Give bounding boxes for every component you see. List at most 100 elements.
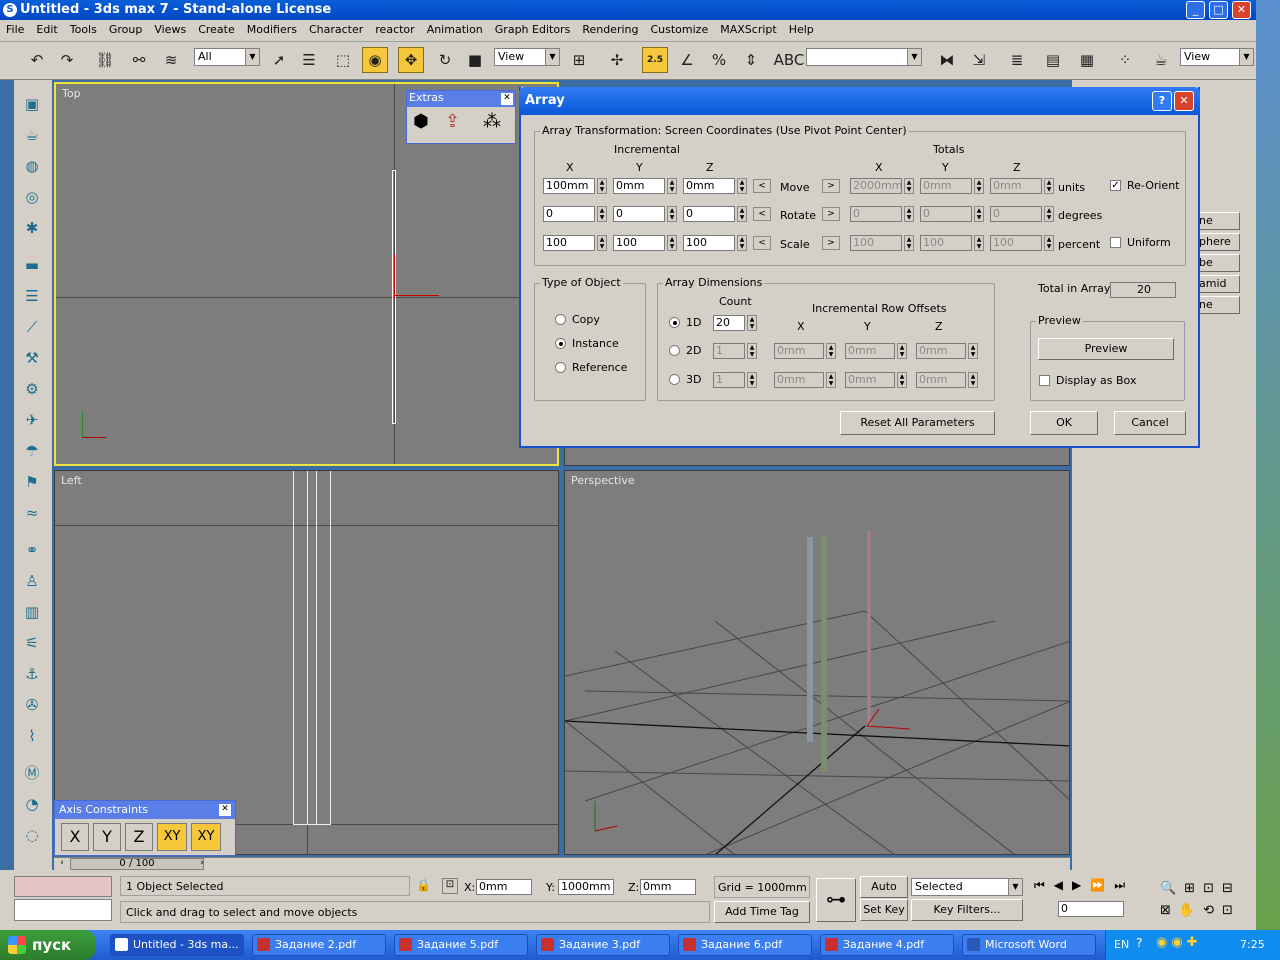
pivot-center-icon[interactable]: ⊞ [566,47,592,73]
add-time-tag-button[interactable]: Add Time Tag [714,901,810,923]
mirror-icon[interactable]: ⧓ [934,47,960,73]
edit-named-selection-icon[interactable]: ABC [774,47,805,73]
object-type-button[interactable]: ne [1196,296,1240,314]
menu-help[interactable]: Help [783,20,820,40]
taskbar-item[interactable]: Untitled - 3ds ma... [110,934,244,956]
taskbar-item[interactable]: Задание 3.pdf [536,934,670,956]
biped-icon[interactable]: ♙ [18,569,46,593]
display-as-box-checkbox[interactable] [1039,375,1050,386]
minimize-button[interactable]: _ [1186,1,1205,19]
instance-label[interactable]: Instance [572,337,619,350]
object-type-button[interactable]: ne [1196,212,1240,230]
angle-snap-icon[interactable]: ∠ [674,47,700,73]
menu-views[interactable]: Views [148,20,192,40]
transform-type-in-icon[interactable]: ⊡ [442,878,458,894]
gear-icon[interactable]: ⚙ [18,377,46,401]
maximize-button[interactable]: □ [1209,1,1228,19]
playback-controls[interactable]: ⏮◀▶⏩⏭ [1034,878,1134,893]
tray-icons[interactable]: ◉◉✚ [1156,935,1202,950]
dimension-1d-label[interactable]: 1D [686,316,701,329]
camera-icon[interactable]: ⚑ [18,470,46,494]
uniform-label[interactable]: Uniform [1127,236,1171,249]
scale-inc-x-field[interactable]: 100 [543,235,595,251]
redo-icon[interactable]: ↷ [54,47,80,73]
path-icon[interactable]: ⌇ [18,724,46,748]
dimension-1d-radio[interactable] [669,317,680,328]
menu-group[interactable]: Group [103,20,149,40]
menu-create[interactable]: Create [192,20,241,40]
menu-customize[interactable]: Customize [644,20,714,40]
snap-options-icon[interactable]: ⇪ [445,111,460,132]
rotate-inc-x-field[interactable]: 0 [543,206,595,222]
scale-inc-y-field[interactable]: 100 [613,235,665,251]
constraint-icon[interactable]: ⚓ [18,662,46,686]
move-left-arrow-button[interactable]: < [753,179,771,193]
dimension-3d-label[interactable]: 3D [686,373,701,386]
move-inc-x-field-arrows[interactable]: ▲ ▼ [597,178,607,194]
torus-icon[interactable]: ◎ [18,185,46,209]
axis-z-button[interactable]: Z [125,823,153,851]
re-orient-label[interactable]: Re-Orient [1127,179,1179,192]
reset-all-parameters-button[interactable]: Reset All Parameters [840,411,995,435]
auto-key-button[interactable]: Auto Key [860,876,908,913]
menu-tools[interactable]: Tools [64,20,103,40]
viewport-left[interactable]: Left [54,470,559,855]
unlink-icon[interactable]: ⚯ [126,47,152,73]
uniform-checkbox[interactable] [1110,237,1121,248]
key-filters-button[interactable]: Key Filters... [911,899,1023,921]
rotate-inc-z-field-arrows[interactable]: ▲ ▼ [737,206,747,222]
hammer-icon[interactable]: ⚒ [18,346,46,370]
helper-icon[interactable]: ✈ [18,408,46,432]
spinner-snap-icon[interactable]: ⇕ [738,47,764,73]
x-coord-field[interactable]: 0mm [476,879,532,895]
time-slider-frame[interactable]: 0 / 100 [70,858,204,870]
copy-label[interactable]: Copy [572,313,600,326]
select-by-name-icon[interactable]: ☰ [296,47,322,73]
reactor-icon[interactable]: ◌ [18,823,46,847]
reference-label[interactable]: Reference [572,361,627,374]
axis-close-icon[interactable]: ✕ [219,804,231,816]
dimension-2d-radio[interactable] [669,345,680,356]
dimension-1d-count-field[interactable]: 20 [713,315,745,331]
dimension-2d-label[interactable]: 2D [686,344,701,357]
scale-inc-z-field[interactable]: 100 [683,235,735,251]
re-orient-checkbox[interactable]: ✓ [1110,180,1121,191]
key-selection-dropdown[interactable]: Selected ▼ [911,878,1023,896]
rotate-inc-x-field-arrows[interactable]: ▲ ▼ [597,206,607,222]
plane-icon[interactable]: ▬ [18,253,46,277]
select-icon[interactable]: ➚ [266,47,292,73]
instance-radio[interactable] [555,338,566,349]
menu-rendering[interactable]: Rendering [576,20,644,40]
move-icon[interactable]: ✥ [398,47,424,73]
close-button[interactable]: ✕ [1232,1,1251,19]
wheel-icon[interactable]: ✇ [18,693,46,717]
set-key-button[interactable]: Set Key [860,899,908,921]
layer-manager-icon[interactable]: ≣ [1004,47,1030,73]
rotate-icon[interactable]: ↻ [432,47,458,73]
teapot-icon[interactable]: ☕ [18,123,46,147]
array-icon[interactable]: ⁂ [483,111,501,132]
ik-icon[interactable]: ⚟ [18,631,46,655]
time-slider[interactable]: ‹ 0 / 100 › [54,857,1070,870]
ruler-icon[interactable]: ⟋ [18,315,46,339]
link-icon[interactable]: ⛓ [92,47,118,73]
dialog-close-button[interactable]: ✕ [1174,91,1194,111]
dimension-1d-count-field-arrows[interactable]: ▲ ▼ [747,315,757,331]
ok-button[interactable]: OK [1030,411,1098,435]
taskbar-item[interactable]: Задание 6.pdf [678,934,812,956]
viewport-top-label[interactable]: Top [62,87,81,100]
wave-icon[interactable]: ≈ [18,501,46,525]
extras-close-icon[interactable]: ✕ [501,93,513,105]
taskbar-item[interactable]: Задание 5.pdf [394,934,528,956]
menu-file[interactable]: File [0,20,30,40]
star-icon[interactable]: ✱ [18,216,46,240]
rotate-inc-y-field-arrows[interactable]: ▲ ▼ [667,206,677,222]
skin-icon[interactable]: ▥ [18,600,46,624]
bind-space-warp-icon[interactable]: ≋ [158,47,184,73]
move-inc-z-field-arrows[interactable]: ▲ ▼ [737,178,747,194]
scale-inc-x-field-arrows[interactable]: ▲ ▼ [597,235,607,251]
menu-maxscript[interactable]: MAXScript [714,20,782,40]
axis-xy-button[interactable]: XY [157,823,187,851]
maxscript-input-mini[interactable] [14,899,112,921]
lock-icon[interactable]: 🔒 [416,878,431,892]
